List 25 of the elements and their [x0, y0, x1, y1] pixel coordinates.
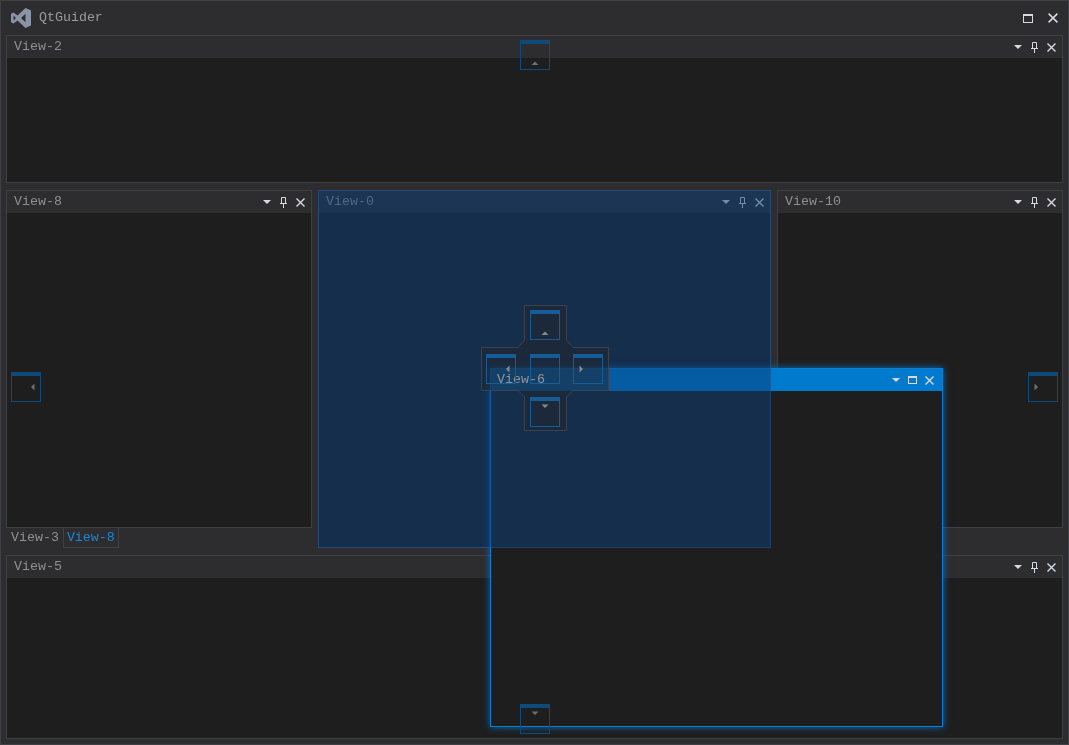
panel-title: View-10 — [785, 194, 841, 210]
tab[interactable]: View-3 — [7, 528, 63, 548]
close-icon[interactable] — [1047, 562, 1056, 572]
maximize-icon[interactable] — [1023, 13, 1033, 23]
close-icon[interactable] — [1048, 13, 1058, 23]
close-icon[interactable] — [1047, 42, 1056, 52]
caret-icon[interactable] — [1014, 45, 1022, 49]
tab[interactable]: View-8 — [62, 528, 119, 548]
close-icon[interactable] — [1047, 197, 1056, 207]
window-title: QtGuider — [39, 10, 103, 26]
caret-icon[interactable] — [263, 200, 271, 204]
dock-bottom-icon[interactable] — [519, 704, 550, 734]
pin-icon[interactable] — [1031, 561, 1038, 573]
pin-icon[interactable] — [280, 196, 287, 208]
panel-title: View-8 — [14, 194, 62, 210]
panel-title: View-5 — [14, 559, 62, 575]
close-icon[interactable] — [296, 197, 305, 207]
panel-title: View-2 — [14, 39, 62, 55]
floating-window-title: View-6 — [497, 372, 545, 388]
pin-icon[interactable] — [1031, 196, 1038, 208]
pin-icon[interactable] — [1031, 41, 1038, 53]
floating-window[interactable]: View-6 — [490, 368, 943, 727]
logo-icon — [11, 8, 31, 28]
caret-icon[interactable] — [1014, 200, 1022, 204]
caret-icon[interactable] — [1014, 565, 1022, 569]
